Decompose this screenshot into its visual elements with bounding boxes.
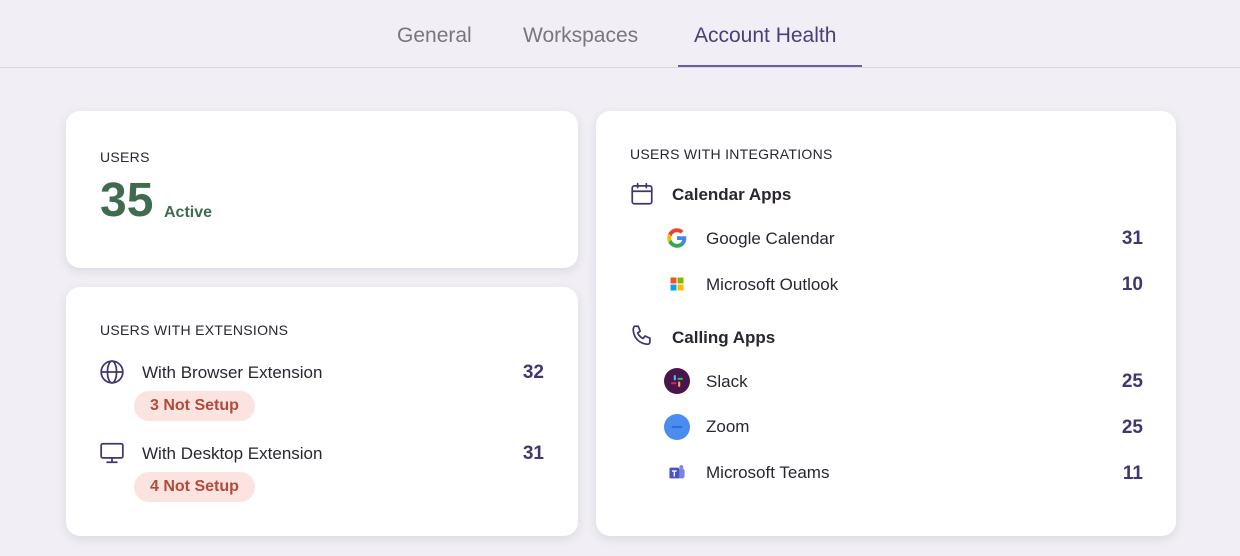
browser-extension-label: With Browser Extension xyxy=(142,363,323,382)
teams-logo-icon xyxy=(669,465,685,479)
microsoft-logo-icon xyxy=(670,277,684,291)
users-card-title: USERS xyxy=(100,149,150,165)
google-calendar-count: 31 xyxy=(1121,228,1143,249)
google-calendar-label: Google Calendar xyxy=(706,229,835,248)
integrations-card-title: USERS WITH INTEGRATIONS xyxy=(630,146,833,162)
extensions-card-title: USERS WITH EXTENSIONS xyxy=(100,322,289,338)
desktop-not-setup-badge[interactable]: 4 Not Setup xyxy=(134,472,255,502)
slack-label: Slack xyxy=(706,372,748,391)
phone-icon xyxy=(632,325,651,346)
zoom-label: Zoom xyxy=(706,417,750,436)
users-card: USERS 35 Active xyxy=(66,111,578,268)
microsoft-teams-count: 11 xyxy=(1122,463,1143,484)
active-users-count: 35 xyxy=(100,174,154,227)
slack-logo-icon xyxy=(664,368,690,394)
tab-general[interactable]: General xyxy=(397,24,472,48)
slack-count: 25 xyxy=(1121,371,1143,392)
browser-extension-count: 32 xyxy=(522,362,544,383)
tab-account-health[interactable]: Account Health xyxy=(694,24,836,48)
desktop-extension-count: 31 xyxy=(522,443,544,464)
tab-workspaces[interactable]: Workspaces xyxy=(523,24,638,48)
calling-apps-heading: Calling Apps xyxy=(672,328,776,347)
globe-icon xyxy=(100,360,124,384)
active-users-label: Active xyxy=(164,204,213,221)
browser-not-setup-badge[interactable]: 3 Not Setup xyxy=(134,391,255,421)
tab-bar: General Workspaces Account Health xyxy=(0,0,1240,68)
google-logo-icon xyxy=(667,228,687,248)
calendar-apps-heading: Calendar Apps xyxy=(672,185,792,204)
extensions-card: USERS WITH EXTENSIONS With Browser Exten… xyxy=(66,287,578,536)
microsoft-outlook-count: 10 xyxy=(1121,274,1143,295)
calendar-icon xyxy=(631,182,653,205)
microsoft-teams-label: Microsoft Teams xyxy=(706,463,830,482)
active-tab-indicator xyxy=(678,65,862,67)
desktop-extension-label: With Desktop Extension xyxy=(142,444,323,463)
zoom-count: 25 xyxy=(1121,417,1143,438)
monitor-icon xyxy=(100,442,124,464)
integrations-card: USERS WITH INTEGRATIONS Calendar Apps Go… xyxy=(596,111,1176,536)
microsoft-outlook-label: Microsoft Outlook xyxy=(706,275,839,294)
zoom-logo-icon xyxy=(664,414,690,440)
